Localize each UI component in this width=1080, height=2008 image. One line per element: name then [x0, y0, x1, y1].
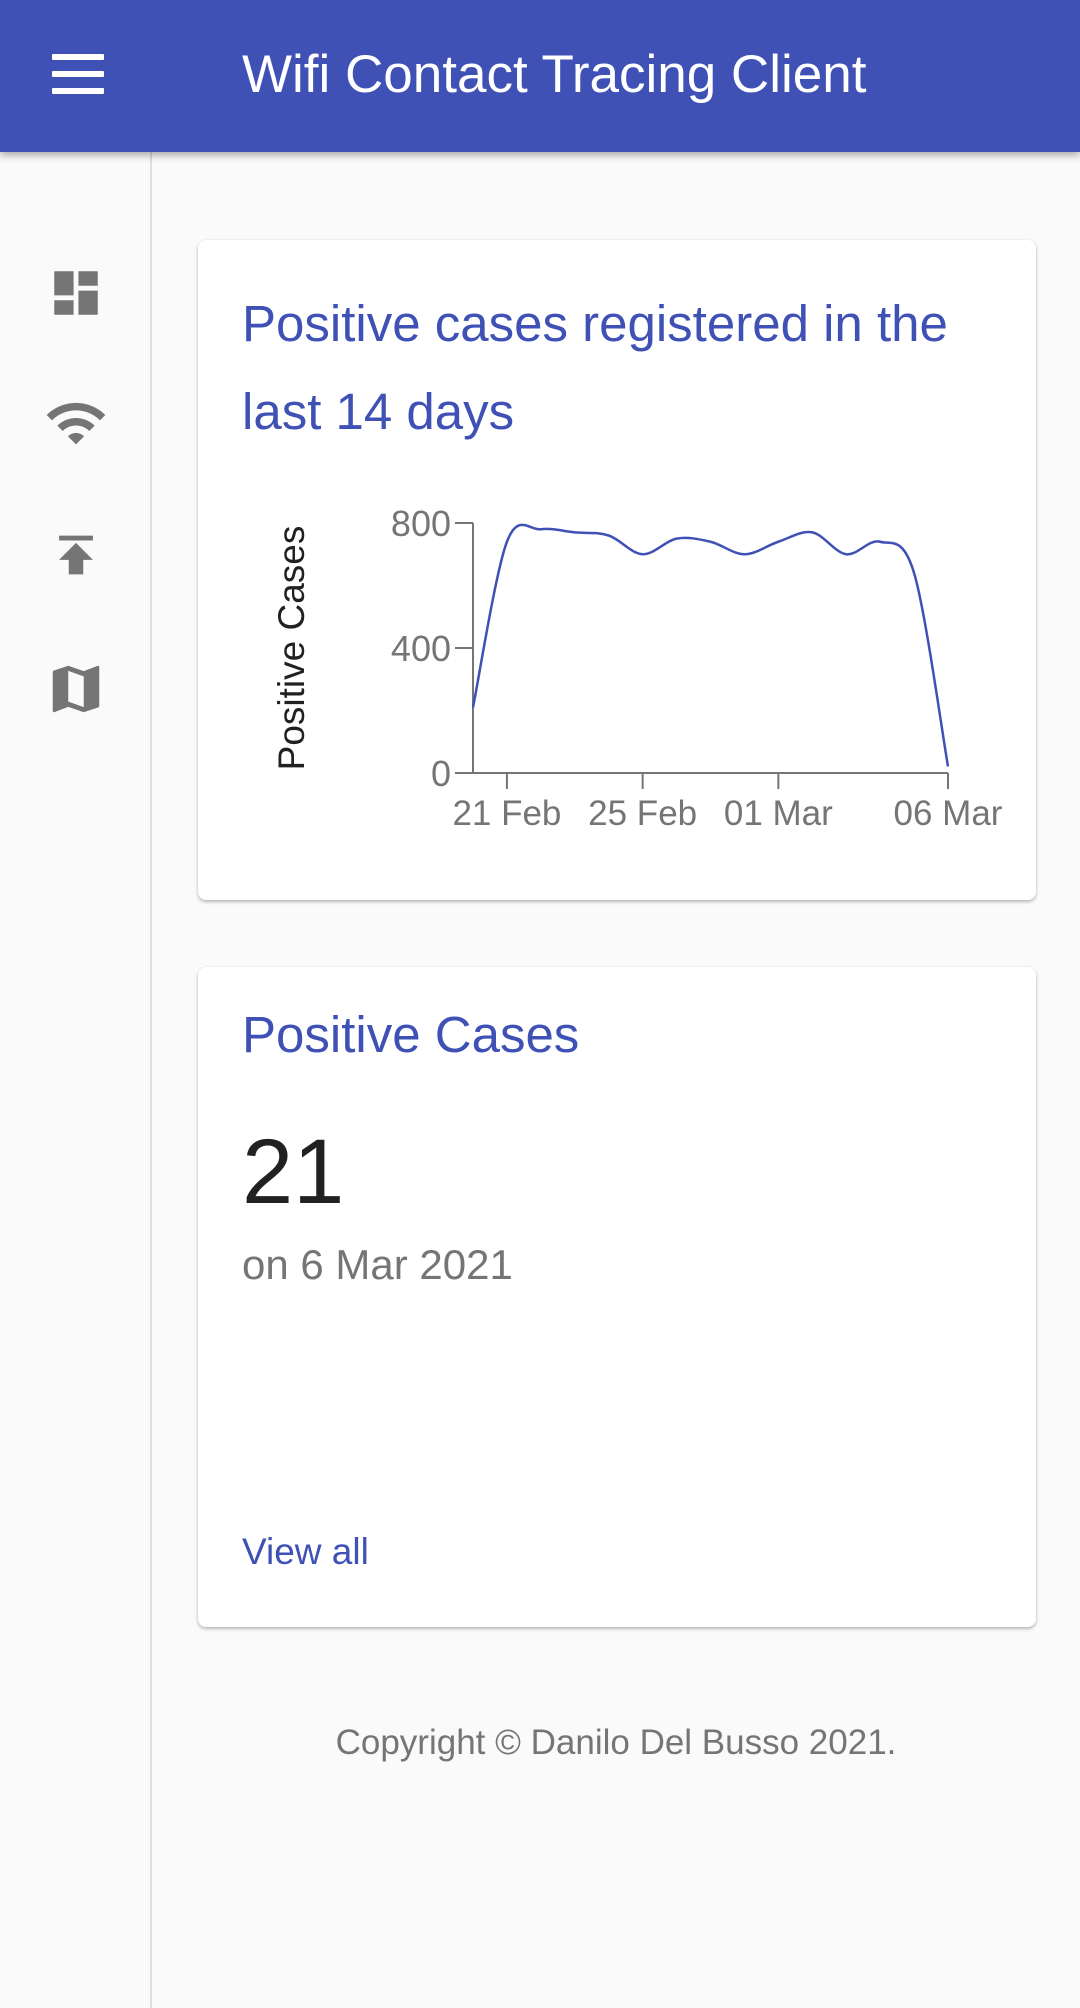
nav-item-dashboard[interactable] — [26, 243, 126, 343]
y-tick-label: 400 — [391, 628, 451, 669]
view-all-link[interactable]: View all — [242, 1527, 369, 1577]
copyright-footer: Copyright © Danilo Del Busso 2021. — [335, 1723, 897, 1762]
upload-icon — [59, 535, 93, 575]
positive-cases-title: Positive Cases — [242, 1006, 580, 1063]
positive-cases-line-chart: 0 400 800 21 Feb 25 Feb 01 Mar 06 Mar Positive … — [271, 503, 1003, 833]
series-line-positive-cases — [471, 523, 950, 767]
chart-card: Positive cases registered in the last 14… — [198, 240, 1036, 900]
positive-cases-count: 21 — [242, 1121, 345, 1223]
x-tick-label: 25 Feb — [588, 794, 697, 833]
nav-sidebar — [0, 152, 152, 2008]
app-bar: Wifi Contact Tracing Client — [0, 0, 1080, 152]
y-axis-title: Positive Cases — [271, 526, 312, 771]
x-tick-label: 06 Mar — [894, 794, 1003, 833]
wifi-icon — [46, 402, 106, 445]
map-icon — [52, 665, 100, 713]
nav-item-map[interactable] — [26, 639, 126, 739]
positive-cases-card: Positive Cases 21 on 6 Mar 2021 View all — [198, 967, 1036, 1627]
nav-item-wifi[interactable] — [26, 373, 126, 473]
y-tick-label: 800 — [391, 503, 451, 544]
chart-card-title: Positive cases registered in the last 14… — [242, 295, 948, 440]
dashboard-icon — [54, 271, 98, 315]
nav-item-upload[interactable] — [26, 505, 126, 605]
x-tick-label: 01 Mar — [724, 794, 833, 833]
app-title: Wifi Contact Tracing Client — [242, 45, 867, 104]
menu-icon[interactable] — [40, 46, 116, 106]
x-tick-label: 21 Feb — [452, 794, 561, 833]
positive-cases-date: on 6 Mar 2021 — [242, 1241, 513, 1288]
y-tick-label: 0 — [431, 753, 451, 794]
